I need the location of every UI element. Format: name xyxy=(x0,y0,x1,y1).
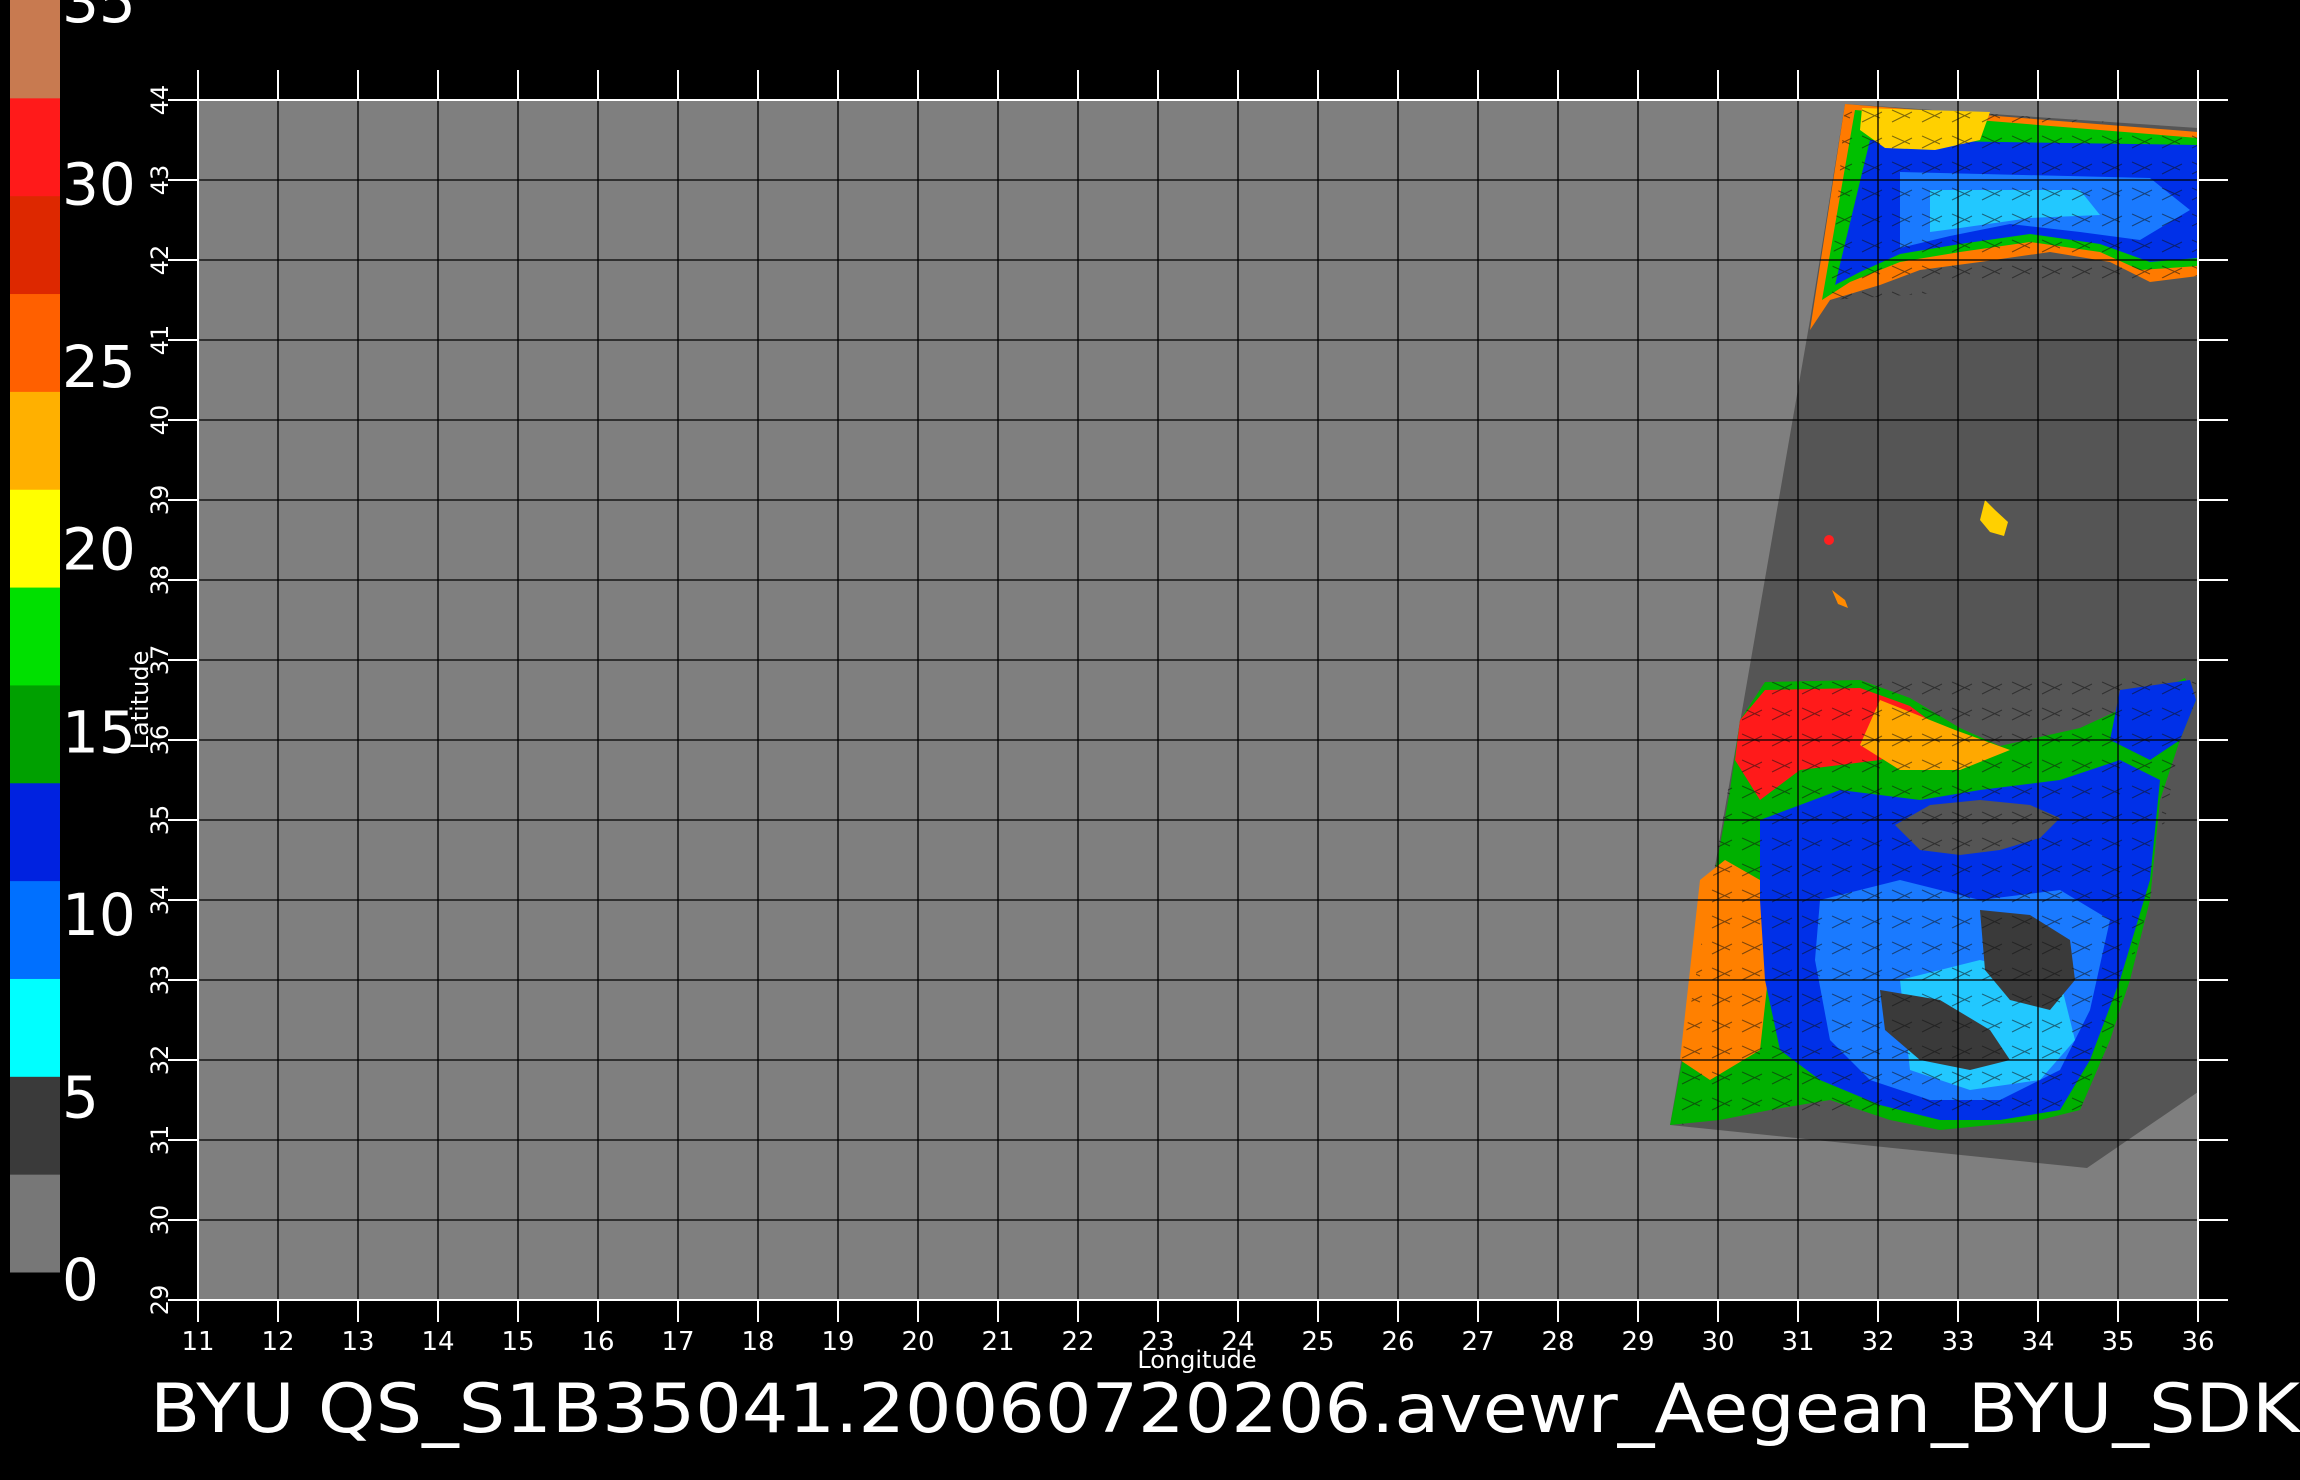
colorbar-segment xyxy=(10,293,60,392)
colorbar-segment xyxy=(10,587,60,686)
colorbar-segment xyxy=(10,489,60,588)
colorbar-segment xyxy=(10,782,60,882)
file-title: BYU QS_S1B35041.20060720206.avewr_Aegean… xyxy=(150,1370,2300,1449)
latitude-tick-label: 34 xyxy=(146,885,174,916)
colorbar-tick-label: 35 xyxy=(62,0,136,36)
latitude-tick-label: 39 xyxy=(146,485,174,516)
longitude-tick-label: 28 xyxy=(1541,1327,1574,1357)
latitude-tick-label: 44 xyxy=(146,85,174,116)
colorbar-segment xyxy=(10,978,60,1077)
colorbar-tick-label: 0 xyxy=(62,1246,99,1314)
longitude-tick-label: 35 xyxy=(2101,1327,2134,1357)
colorbar-tick-label: 5 xyxy=(62,1063,99,1131)
colorbar-segment xyxy=(10,0,60,99)
colorbar-tick-label: 15 xyxy=(62,698,136,766)
longitude-tick-label: 21 xyxy=(981,1327,1014,1357)
wind-map-figure: 35 30 25 20 15 10 5 0 11 12 13 14 15 16 17 18 1… xyxy=(10,0,2300,1449)
colorbar-segment xyxy=(10,195,60,295)
latitude-tick-label: 33 xyxy=(146,965,174,996)
longitude-tick-label: 26 xyxy=(1381,1327,1414,1357)
latitude-tick-label: 43 xyxy=(146,165,174,196)
longitude-tick-label: 29 xyxy=(1621,1327,1654,1357)
colorbar-tick-label: 25 xyxy=(62,333,136,401)
longitude-tick-label: 25 xyxy=(1301,1327,1334,1357)
longitude-tick-label: 30 xyxy=(1701,1327,1734,1357)
longitude-tick-label: 19 xyxy=(821,1327,854,1357)
colorbar-tick-label: 30 xyxy=(62,151,136,219)
y-axis-title: Latitude xyxy=(126,651,154,750)
longitude-tick-label: 36 xyxy=(2181,1327,2214,1357)
longitude-tick-label: 16 xyxy=(581,1327,614,1357)
colorbar-segment xyxy=(10,391,60,490)
longitude-tick-label: 12 xyxy=(261,1327,294,1357)
latitude-tick-label: 30 xyxy=(146,1205,174,1236)
longitude-tick-label: 31 xyxy=(1781,1327,1814,1357)
colorbar-segment xyxy=(10,684,60,784)
colorbar-segment xyxy=(10,880,60,979)
longitude-tick-label: 18 xyxy=(741,1327,774,1357)
colorbar xyxy=(10,0,60,1273)
latitude-tick-label: 42 xyxy=(146,245,174,276)
longitude-tick-label: 33 xyxy=(1941,1327,1974,1357)
colorbar-tick-label: 10 xyxy=(62,881,136,949)
longitude-tick-label: 17 xyxy=(661,1327,694,1357)
longitude-tick-label: 14 xyxy=(421,1327,454,1357)
longitude-tick-label: 34 xyxy=(2021,1327,2054,1357)
latitude-tick-label: 38 xyxy=(146,565,174,596)
colorbar-segment xyxy=(10,1174,60,1273)
longitude-tick-label: 32 xyxy=(1861,1327,1894,1357)
colorbar-tick-label: 20 xyxy=(62,516,136,584)
longitude-tick-label: 13 xyxy=(341,1327,374,1357)
latitude-tick-label: 29 xyxy=(146,1285,174,1316)
longitude-tick-label: 27 xyxy=(1461,1327,1494,1357)
wind-vectors xyxy=(1830,104,2198,300)
latitude-tick-label: 41 xyxy=(146,325,174,356)
colorbar-labels: 35 30 25 20 15 10 5 0 xyxy=(62,0,136,1314)
latitude-tick-label: 40 xyxy=(146,405,174,436)
latitude-tick-label: 31 xyxy=(146,1125,174,1156)
latitude-tick-label: 32 xyxy=(146,1045,174,1076)
colorbar-segment xyxy=(10,1076,60,1175)
latitude-tick-label: 35 xyxy=(146,805,174,836)
longitude-tick-label: 22 xyxy=(1061,1327,1094,1357)
longitude-tick-label: 11 xyxy=(181,1327,214,1357)
longitude-tick-label: 15 xyxy=(501,1327,534,1357)
colorbar-segment xyxy=(10,97,60,197)
longitude-tick-label: 20 xyxy=(901,1327,934,1357)
